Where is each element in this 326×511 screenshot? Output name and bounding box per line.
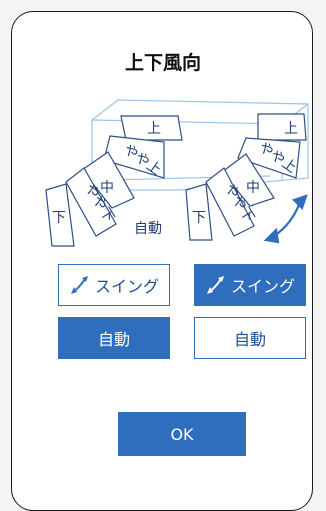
swing-button-left[interactable]: スイング	[58, 264, 170, 306]
right-fan-label-down: 下	[192, 210, 206, 226]
auto-button-left[interactable]: 自動	[58, 317, 170, 359]
left-fan-label-up: 上	[147, 121, 161, 137]
ok-button-label: OK	[170, 424, 194, 444]
auto-button-right[interactable]: 自動	[194, 317, 306, 359]
right-fan-segment-up[interactable]	[257, 113, 307, 141]
left-fan-auto-label: 自動	[134, 221, 162, 237]
auto-button-right-label: 自動	[233, 330, 266, 349]
ok-button[interactable]: OK	[118, 412, 246, 456]
swing-button-right-label: スイング	[230, 277, 295, 296]
airflow-illustration: 上 やや上 中 やや下 下 自動 上 やや上 中 やや下 下	[45, 99, 309, 247]
right-fan-label-middle: 中	[246, 180, 260, 196]
swing-arrow-icon	[70, 276, 88, 294]
swing-button-right[interactable]: スイング	[194, 264, 306, 306]
left-fan-label-down: 下	[52, 210, 66, 226]
swing-arrow-icon	[206, 276, 224, 294]
swing-indicator-icon	[263, 194, 308, 244]
swing-button-left-label: スイング	[94, 277, 159, 296]
right-fan-label-up: 上	[284, 121, 298, 137]
auto-button-left-label: 自動	[97, 330, 130, 349]
